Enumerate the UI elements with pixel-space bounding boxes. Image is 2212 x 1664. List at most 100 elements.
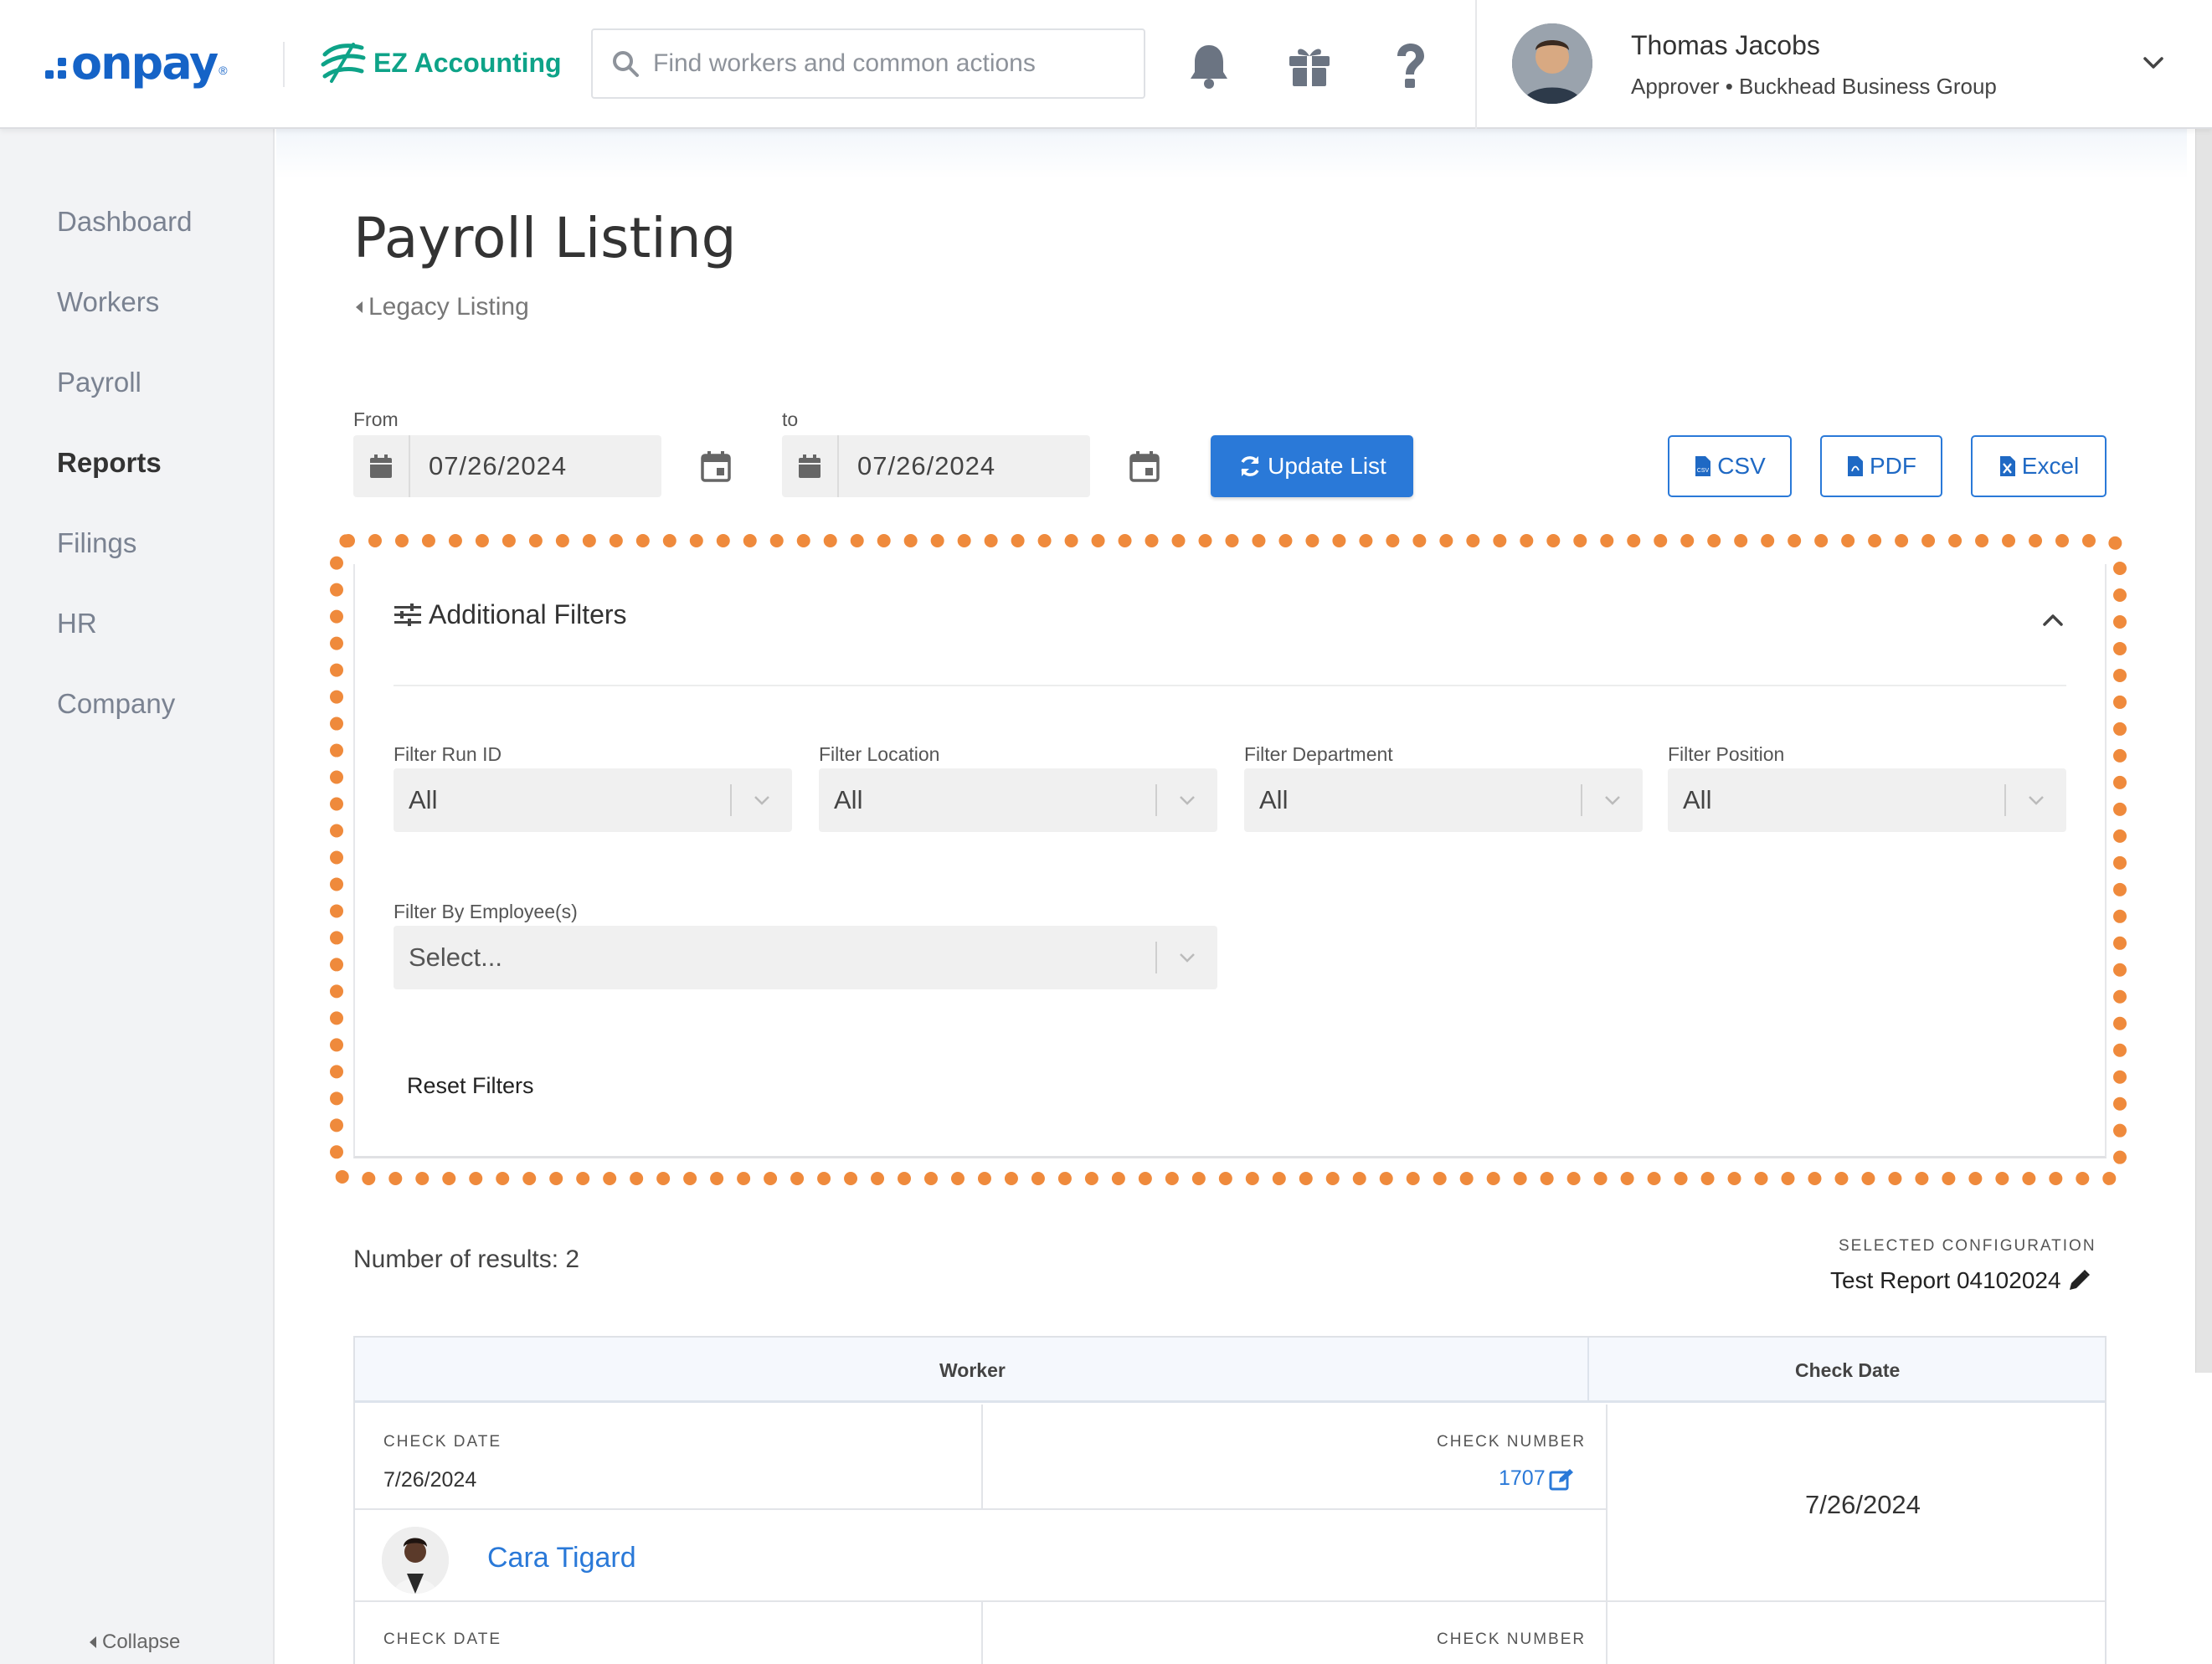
update-list-button[interactable]: Update List — [1211, 435, 1413, 497]
filters-divider — [394, 685, 2066, 686]
filter-position-label: Filter Position — [1668, 743, 1785, 765]
caret-left-icon — [90, 1636, 96, 1648]
pencil-icon[interactable] — [2066, 1268, 2091, 1293]
help-icon[interactable] — [1386, 40, 1433, 90]
additional-filters-title: Additional Filters — [429, 599, 627, 629]
main-top-fade — [276, 129, 2187, 179]
svg-text:CSV: CSV — [1697, 468, 1710, 474]
filter-department-label: Filter Department — [1244, 743, 1393, 765]
filter-department-select[interactable]: All — [1244, 768, 1643, 832]
caret-left-icon — [356, 301, 363, 313]
check-number-label: CHECK NUMBER — [1437, 1631, 1587, 1648]
legacy-listing-link[interactable]: Legacy Listing — [353, 293, 529, 321]
sidebar-item-filings[interactable]: Filings — [57, 527, 136, 559]
filter-employees-label: Filter By Employee(s) — [394, 901, 578, 922]
sidebar-item-hr[interactable]: HR — [57, 608, 97, 639]
to-date-field[interactable]: 07/26/2024 — [782, 435, 1090, 497]
check-number-value: 1707 — [1499, 1466, 1546, 1490]
onpay-logo[interactable]: onpay ® — [45, 33, 228, 92]
chevron-down-icon — [1157, 793, 1217, 807]
page-title: Payroll Listing — [353, 206, 737, 270]
export-excel-label: Excel — [2021, 453, 2080, 479]
from-label: From — [353, 408, 399, 430]
selected-configuration-label: SELECTED CONFIGURATION — [1839, 1237, 2096, 1255]
calendar-icon — [353, 435, 410, 497]
export-csv-label: CSV — [1717, 453, 1766, 479]
ez-accounting-logo[interactable]: EZ Accounting — [320, 37, 562, 89]
filters-highlight-outline — [330, 534, 2127, 1185]
header-divider — [283, 42, 285, 87]
chevron-down-icon — [1582, 793, 1643, 807]
ez-swoosh-icon — [321, 43, 366, 83]
search-placeholder: Find workers and common actions — [653, 49, 1036, 77]
sidebar-item-company[interactable]: Company — [57, 688, 175, 720]
chevron-up-icon[interactable] — [2040, 608, 2066, 631]
user-name[interactable]: Thomas Jacobs — [1631, 30, 1820, 61]
filter-employees-placeholder: Select... — [409, 942, 502, 972]
page-scrollbar[interactable] — [2195, 129, 2212, 1373]
selected-configuration-value[interactable]: Test Report 04102024 — [1830, 1267, 2091, 1294]
check-number-link[interactable]: 1707 — [1499, 1466, 1574, 1491]
cell-divider — [981, 1602, 983, 1664]
filter-run-id-label: Filter Run ID — [394, 743, 502, 765]
results-count: Number of results: 2 — [353, 1245, 580, 1273]
filter-department-value: All — [1259, 785, 1289, 814]
refresh-icon — [1241, 456, 1259, 476]
excel-file-icon — [1999, 456, 2015, 476]
chevron-down-icon[interactable] — [2137, 50, 2170, 75]
sidebar — [0, 129, 275, 1664]
export-csv-button[interactable]: CSV CSV — [1668, 435, 1792, 497]
selected-configuration-name: Test Report 04102024 — [1830, 1267, 2061, 1293]
column-header-check-date[interactable]: Check Date — [1795, 1359, 1900, 1382]
cell-divider — [981, 1405, 983, 1508]
column-header-worker[interactable]: Worker — [939, 1359, 1006, 1382]
cell-divider — [1606, 1405, 1608, 1664]
gift-icon[interactable] — [1286, 40, 1333, 90]
row-divider — [355, 1600, 2105, 1602]
to-label: to — [782, 408, 799, 430]
avatar[interactable] — [1512, 23, 1592, 104]
from-date-field[interactable]: 07/26/2024 — [353, 435, 661, 497]
logo-dots-icon — [45, 57, 66, 79]
bell-icon[interactable] — [1186, 40, 1232, 90]
filter-location-value: All — [834, 785, 863, 814]
from-calendar-picker-icon[interactable] — [695, 445, 737, 487]
chevron-down-icon — [2006, 793, 2066, 807]
filter-location-select[interactable]: All — [819, 768, 1217, 832]
row-divider — [355, 1508, 1606, 1510]
chevron-down-icon — [732, 793, 792, 807]
user-role: Approver • Buckhead Business Group — [1631, 74, 1997, 99]
filter-employees-select[interactable]: Select... — [394, 926, 1217, 989]
edit-icon — [1549, 1468, 1573, 1490]
sidebar-item-payroll[interactable]: Payroll — [57, 367, 141, 398]
collapse-label: Collapse — [102, 1631, 181, 1653]
reset-filters-button[interactable]: Reset Filters — [407, 1073, 534, 1099]
filter-run-id-select[interactable]: All — [394, 768, 792, 832]
check-date-value: 7/26/2024 — [383, 1468, 477, 1492]
chevron-down-icon — [1157, 951, 1217, 964]
export-excel-button[interactable]: Excel — [1971, 435, 2107, 497]
worker-name-link[interactable]: Cara Tigard — [487, 1542, 636, 1574]
sidebar-item-workers[interactable]: Workers — [57, 286, 159, 318]
sidebar-item-dashboard[interactable]: Dashboard — [57, 206, 192, 238]
sliders-icon — [394, 603, 421, 626]
check-number-label: CHECK NUMBER — [1437, 1433, 1587, 1451]
ez-accounting-text: EZ Accounting — [373, 47, 562, 78]
export-pdf-label: PDF — [1870, 453, 1916, 479]
update-list-label: Update List — [1268, 453, 1386, 479]
calendar-icon — [782, 435, 839, 497]
search-input[interactable]: Find workers and common actions — [591, 28, 1145, 99]
column-divider — [1587, 1338, 1589, 1403]
to-calendar-picker-icon[interactable] — [1124, 445, 1165, 487]
search-icon — [613, 51, 639, 77]
collapse-sidebar-button[interactable]: Collapse — [87, 1631, 180, 1654]
additional-filters-toggle[interactable]: Additional Filters — [394, 599, 627, 630]
pdf-file-icon — [1848, 456, 1863, 476]
header-divider — [1475, 0, 1477, 129]
export-pdf-button[interactable]: PDF — [1820, 435, 1942, 497]
sidebar-item-reports[interactable]: Reports — [57, 447, 162, 479]
filter-position-select[interactable]: All — [1668, 768, 2066, 832]
check-date-column-value: 7/26/2024 — [1805, 1490, 1921, 1519]
filter-location-label: Filter Location — [819, 743, 940, 765]
from-date-value: 07/26/2024 — [429, 451, 568, 480]
